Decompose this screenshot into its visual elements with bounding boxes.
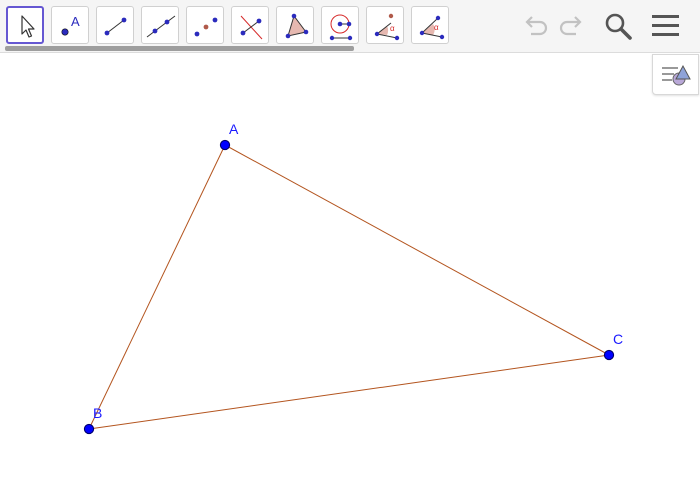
- circle-center-point-icon: [329, 14, 353, 41]
- graphics-view[interactable]: A B C: [0, 53, 700, 500]
- undo-icon: [525, 16, 548, 36]
- angle-given-size-tool[interactable]: α: [411, 6, 449, 44]
- midpoint-tool[interactable]: [186, 6, 224, 44]
- geogebra-app: A α α A B C: [0, 0, 700, 500]
- toolbar: A α α: [0, 0, 700, 53]
- circle-tool[interactable]: [321, 6, 359, 44]
- perpendicular-bisector-tool[interactable]: [231, 6, 269, 44]
- perpendicular-icon: [240, 15, 263, 40]
- move-tool[interactable]: [6, 6, 44, 44]
- point-B-label: B: [93, 405, 102, 421]
- angle-given-size-tool-label: α: [434, 23, 439, 32]
- segment-AB[interactable]: [88, 144, 226, 430]
- angle-tool[interactable]: α: [366, 6, 404, 44]
- search-icon: [605, 13, 632, 40]
- segment-CA[interactable]: [224, 144, 610, 356]
- segment-tool[interactable]: [96, 6, 134, 44]
- search-button[interactable]: [602, 10, 634, 42]
- redo-button[interactable]: [556, 10, 588, 42]
- point-A-label: A: [229, 121, 239, 137]
- point-A[interactable]: [219, 139, 231, 151]
- redo-icon: [559, 16, 582, 36]
- point-tool[interactable]: A: [51, 6, 89, 44]
- point-tool-label: A: [71, 14, 80, 29]
- menu-button[interactable]: [650, 10, 682, 42]
- midpoint-icon: [194, 17, 218, 37]
- polygon-tool[interactable]: [276, 6, 314, 44]
- toolbar-scrollbar[interactable]: [5, 46, 354, 51]
- point-C-label: C: [613, 331, 623, 347]
- segment-BC[interactable]: [88, 354, 610, 430]
- undo-button[interactable]: [519, 10, 551, 42]
- polygon-icon: [285, 13, 309, 39]
- angle-tool-label: α: [390, 24, 395, 33]
- point-icon: A: [61, 14, 80, 36]
- construction-canvas: A B C: [83, 121, 623, 435]
- segment-icon: [104, 17, 127, 36]
- menu-icon: [652, 15, 679, 36]
- angle-icon: α: [374, 13, 400, 41]
- arrow-pointer-icon: [21, 15, 35, 38]
- line-icon: [146, 15, 176, 38]
- point-C[interactable]: [603, 349, 615, 361]
- angle-given-size-icon: α: [419, 15, 445, 40]
- line-tool[interactable]: [141, 6, 179, 44]
- point-B[interactable]: [83, 423, 95, 435]
